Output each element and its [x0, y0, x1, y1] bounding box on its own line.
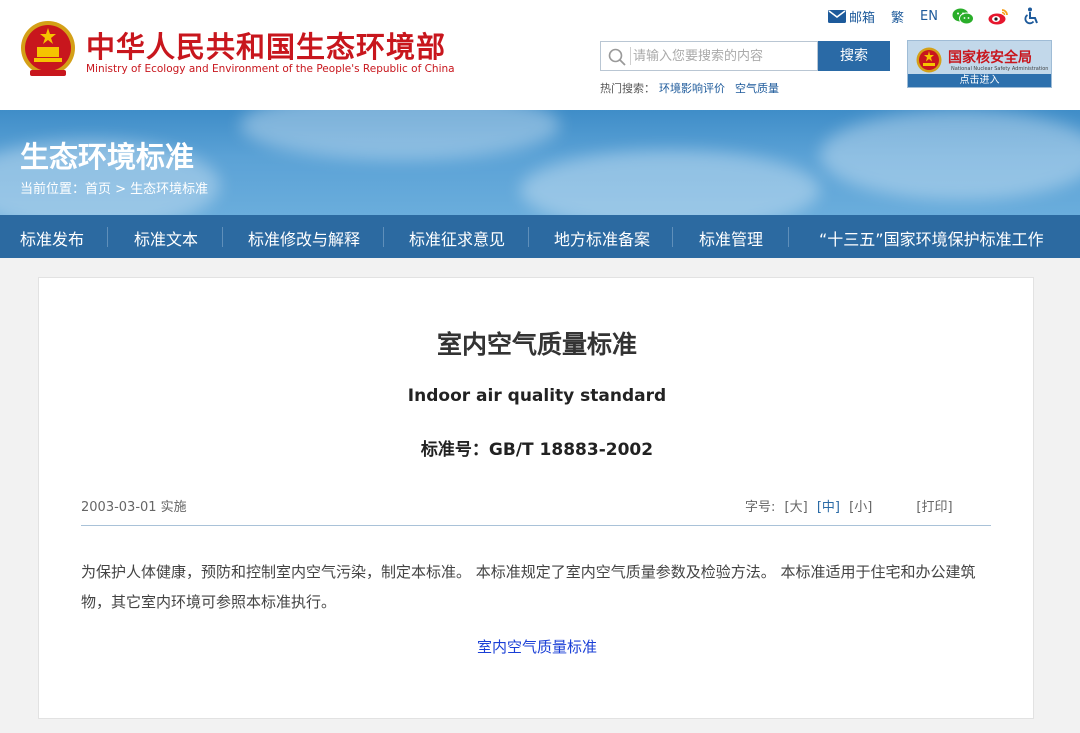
nav-item-public-consultation[interactable]: 标准征求意见 — [409, 226, 505, 250]
article-body: 为保护人体健康，预防和控制室内空气污染，制定本标准。 本标准规定了室内空气质量参… — [81, 563, 976, 611]
print-button[interactable]: [打印] — [916, 500, 952, 515]
nav-separator — [107, 227, 108, 247]
hot-search: 热门搜索： 环境影响评价 空气质量 — [600, 80, 789, 96]
font-size-large-button[interactable]: [大] — [785, 500, 808, 515]
nnsa-name-en: National Nuclear Safety Administration — [951, 66, 1049, 72]
mail-label: 邮箱 — [849, 10, 876, 26]
article-title-en: Indoor air quality standard — [407, 386, 667, 406]
search-input[interactable] — [633, 42, 813, 70]
font-size-small-button[interactable]: [小] — [849, 500, 872, 515]
banner-cloud — [240, 110, 560, 160]
site-title-en[interactable]: Ministry of Ecology and Environment of t… — [86, 63, 455, 75]
banner-cloud — [820, 110, 1080, 200]
search-button[interactable]: 搜索 — [818, 41, 890, 71]
hot-search-label: 热门搜索： — [600, 82, 655, 95]
nav-item-standard-release[interactable]: 标准发布 — [20, 226, 84, 250]
site-header: 中华人民共和国生态环境部 Ministry of Ecology and Env… — [0, 0, 1080, 110]
banner-cloud — [520, 150, 820, 215]
hot-search-item-air-quality[interactable]: 空气质量 — [735, 82, 779, 95]
nnsa-banner-link[interactable]: 国家核安全局 National Nuclear Safety Administr… — [907, 40, 1052, 88]
section-title: 生态环境标准 — [20, 140, 195, 174]
search-icon[interactable] — [608, 48, 626, 66]
accessibility-link[interactable] — [1023, 7, 1040, 25]
weibo-link[interactable] — [988, 8, 1009, 25]
national-emblem-icon[interactable] — [20, 20, 76, 80]
english-link[interactable]: EN — [920, 9, 938, 24]
breadcrumb[interactable]: 当前位置：首页 > 生态环境标准 — [20, 178, 208, 197]
nnsa-enter-label: 点击进入 — [908, 74, 1051, 87]
wheelchair-icon — [1024, 7, 1038, 25]
nnsa-name-cn: 国家核安全局 — [948, 50, 1032, 66]
nnsa-emblem-icon — [916, 47, 942, 73]
nav-item-standard-management[interactable]: 标准管理 — [699, 226, 763, 250]
top-links: 邮箱 繁 EN — [828, 6, 1040, 26]
nav-separator — [383, 227, 384, 247]
main-nav: 标准发布 标准文本 标准修改与解释 标准征求意见 地方标准备案 标准管理 “十三… — [0, 215, 1080, 258]
section-banner: 生态环境标准 当前位置：首页 > 生态环境标准 — [0, 110, 1080, 215]
article-card: 室内空气质量标准 Indoor air quality standard 标准号… — [38, 277, 1034, 719]
mail-icon — [828, 9, 846, 23]
article-title-cn: 室内空气质量标准 — [436, 330, 637, 359]
nav-item-standard-text[interactable]: 标准文本 — [134, 226, 198, 250]
traditional-chinese-link[interactable]: 繁 — [891, 7, 904, 26]
nav-separator — [528, 227, 529, 247]
nav-separator — [222, 227, 223, 247]
wechat-link[interactable] — [952, 8, 974, 25]
nav-item-thirteenth-five-year[interactable]: “十三五”国家环境保护标准工作 — [819, 226, 1044, 250]
nav-separator — [788, 227, 789, 247]
nav-item-revision-interpretation[interactable]: 标准修改与解释 — [248, 226, 360, 250]
search-divider — [630, 47, 631, 65]
weibo-icon — [988, 8, 1008, 24]
hot-search-item-eia[interactable]: 环境影响评价 — [659, 82, 725, 95]
nav-item-local-standards[interactable]: 地方标准备案 — [554, 226, 650, 250]
divider — [81, 525, 991, 526]
wechat-icon — [952, 8, 974, 24]
mail-link[interactable]: 邮箱 — [828, 7, 875, 26]
effective-date: 2003-03-01 实施 — [81, 500, 187, 515]
font-size-label: 字号: — [745, 500, 776, 515]
search-box — [600, 41, 818, 71]
attachment-link[interactable]: 室内空气质量标准 — [39, 636, 1035, 657]
font-size-controls: 字号: [大] [中] [小] [打印] — [745, 496, 953, 515]
nav-separator — [672, 227, 673, 247]
standard-number: 标准号：GB/T 18883-2002 — [420, 440, 654, 460]
font-size-medium-button[interactable]: [中] — [817, 500, 840, 515]
site-title-cn[interactable]: 中华人民共和国生态环境部 — [86, 24, 446, 66]
